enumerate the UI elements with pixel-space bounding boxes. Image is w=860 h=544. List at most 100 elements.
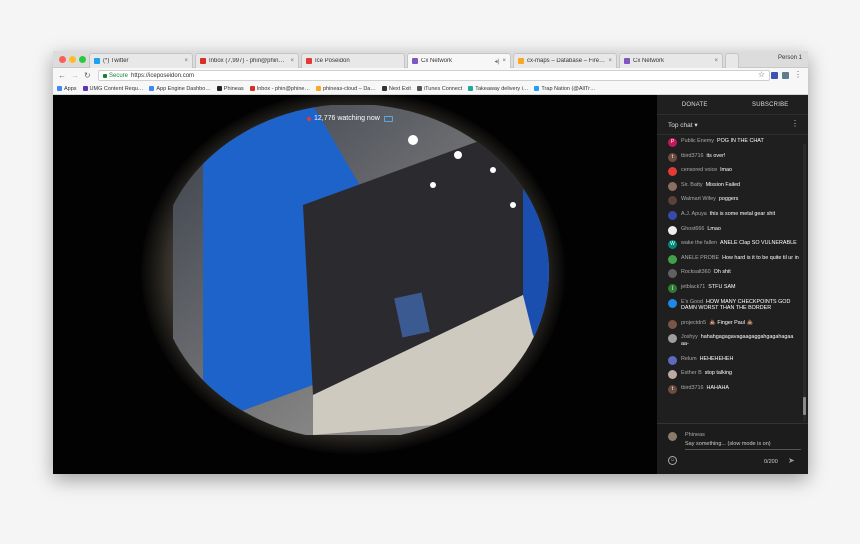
github-icon: [216, 86, 222, 91]
chat-message: projectdn5 💩 Finger Paul 💩: [657, 318, 803, 329]
tab-title: Cx Network: [421, 58, 453, 64]
address-bar[interactable]: Secure https://iceposeidon.com: [98, 70, 770, 81]
chat-text: this is some metal gear shit: [709, 210, 776, 217]
zoom-window-button[interactable]: [79, 56, 86, 63]
chat-author[interactable]: E's Good: [681, 299, 703, 305]
subscribe-button[interactable]: SUBSCRIBE: [733, 95, 809, 114]
chat-author[interactable]: Rocksalt360: [681, 269, 711, 275]
extension-icon[interactable]: [771, 72, 778, 79]
bookmark-star-icon[interactable]: ☆: [758, 70, 765, 79]
avatar[interactable]: W: [668, 240, 677, 250]
chat-author[interactable]: Public Enemy: [681, 138, 714, 144]
avatar[interactable]: [668, 167, 677, 177]
video-player[interactable]: 12,776 watching now: [53, 95, 657, 474]
avatar[interactable]: [668, 225, 677, 235]
avatar[interactable]: [668, 355, 677, 365]
app-engine-icon: [149, 86, 155, 91]
chat-message: Sir. Batty Mission Failed: [657, 180, 803, 191]
chat-author[interactable]: Ghost666: [681, 226, 704, 232]
bookmark-label: Takeaway delivery i…: [475, 85, 529, 92]
chat-author[interactable]: ANELE PROBE: [681, 255, 719, 261]
tab-cx-network[interactable]: Cx Network ×: [619, 53, 723, 68]
chat-input[interactable]: Say something... (slow mode is on): [685, 441, 801, 450]
chat-author[interactable]: censored voice: [681, 167, 717, 173]
chat-message: ANELE PROBE How hard is it to be quite ti…: [657, 253, 803, 264]
donate-button[interactable]: DONATE: [657, 95, 733, 114]
avatar[interactable]: [668, 254, 677, 264]
tab-ice-poseidon[interactable]: Ice Poseidon: [301, 53, 405, 68]
cx-network-icon: [624, 58, 630, 64]
chat-author[interactable]: tbird3716: [681, 153, 703, 159]
close-window-button[interactable]: [59, 56, 66, 63]
chat-author[interactable]: Relum: [681, 356, 697, 362]
takeaway-icon: [468, 86, 474, 91]
back-arrow-icon[interactable]: ←: [58, 71, 66, 80]
scroll-thumb[interactable]: [803, 397, 806, 415]
bookmark-item[interactable]: phineas-cloud – Da…: [315, 86, 376, 92]
avatar[interactable]: [668, 210, 677, 220]
bookmark-item[interactable]: Trap Nation (@AllTr…: [534, 86, 595, 92]
extension-icon[interactable]: [782, 72, 789, 79]
chat-author[interactable]: projectdn5: [681, 320, 706, 326]
bookmark-item[interactable]: Next Exit: [381, 86, 411, 92]
tab-gmail[interactable]: Inbox (7,997) - phin@phineas… ×: [195, 53, 299, 68]
chat-author[interactable]: tbird3716: [681, 385, 703, 391]
top-chat-dropdown[interactable]: Top chat ▾: [668, 121, 698, 129]
tab-cx-network-active[interactable]: Cx Network ◂) ×: [407, 53, 511, 68]
tab-title: (*) Twitter: [103, 58, 129, 64]
avatar[interactable]: t: [668, 152, 677, 162]
bookmark-item[interactable]: Phineas: [216, 86, 244, 92]
new-tab-button[interactable]: [725, 53, 739, 68]
avatar[interactable]: [668, 334, 677, 344]
reload-icon[interactable]: ↻: [84, 71, 91, 80]
char-count: 0/200: [764, 459, 778, 465]
avatar[interactable]: P: [668, 138, 677, 147]
bookmark-item[interactable]: UMG Content Requ…: [82, 86, 143, 92]
bookmark-item[interactable]: Inbox - phin@phine…: [249, 86, 310, 92]
bookmark-item[interactable]: iTunes Connect: [416, 86, 462, 92]
avatar[interactable]: [668, 269, 677, 279]
avatar[interactable]: j: [668, 283, 677, 293]
close-icon[interactable]: ×: [184, 58, 188, 64]
chat-text: POG IN THE CHAT: [716, 138, 764, 144]
chat-message: j jetblack71 STFU SAM: [657, 282, 803, 293]
tab-cx-maps[interactable]: cx-maps – Database – Fireba… ×: [513, 53, 617, 68]
more-icon[interactable]: ⋮: [791, 119, 799, 128]
tab-twitter[interactable]: (*) Twitter ×: [89, 53, 193, 68]
bookmark-item[interactable]: App Engine Dashbo…: [149, 86, 211, 92]
chat-author[interactable]: Walmart Wifey: [681, 196, 716, 202]
close-icon[interactable]: ×: [502, 58, 506, 64]
avatar[interactable]: [668, 319, 677, 329]
chat-author[interactable]: Joshyy: [681, 334, 698, 340]
chat-author[interactable]: wake the fallen: [681, 240, 717, 246]
profile-name[interactable]: Person 1: [778, 55, 802, 61]
chat-message: Relum HEHEHEHEH: [657, 354, 803, 365]
close-icon[interactable]: ×: [290, 58, 294, 64]
send-icon[interactable]: ➤: [788, 456, 795, 465]
avatar[interactable]: [668, 370, 677, 380]
chat-scrollbar[interactable]: [803, 144, 806, 421]
emoji-icon[interactable]: ☺: [668, 456, 677, 465]
avatar[interactable]: [668, 298, 677, 308]
chat-author[interactable]: Esther B: [681, 370, 702, 376]
avatar[interactable]: [668, 196, 677, 206]
chat-message: censored voice lmao: [657, 165, 803, 177]
twitter-icon: [94, 58, 100, 64]
avatar[interactable]: [668, 181, 677, 191]
audio-icon[interactable]: ◂): [494, 58, 499, 65]
bookmark-item[interactable]: Apps: [57, 86, 77, 92]
forward-arrow-icon[interactable]: →: [71, 71, 79, 80]
bookmark-label: Trap Nation (@AllTr…: [541, 85, 596, 92]
close-icon[interactable]: ×: [608, 58, 612, 64]
avatar[interactable]: t: [668, 384, 677, 394]
minimize-window-button[interactable]: [69, 56, 76, 63]
close-icon[interactable]: ×: [714, 58, 718, 64]
tab-title: Inbox (7,997) - phin@phineas…: [209, 58, 288, 64]
chat-author[interactable]: Sir. Batty: [681, 182, 703, 188]
chat-author[interactable]: A.J. Apuya: [681, 211, 707, 217]
chat-messages: P Public Enemy POG IN THE CHAT t tbird3716 it…: [657, 136, 803, 421]
chat-author[interactable]: jetblack71: [681, 284, 705, 290]
theater-icon[interactable]: [383, 115, 393, 122]
browser-menu-icon[interactable]: ⋮: [794, 70, 802, 79]
bookmark-item[interactable]: Takeaway delivery i…: [468, 86, 528, 92]
